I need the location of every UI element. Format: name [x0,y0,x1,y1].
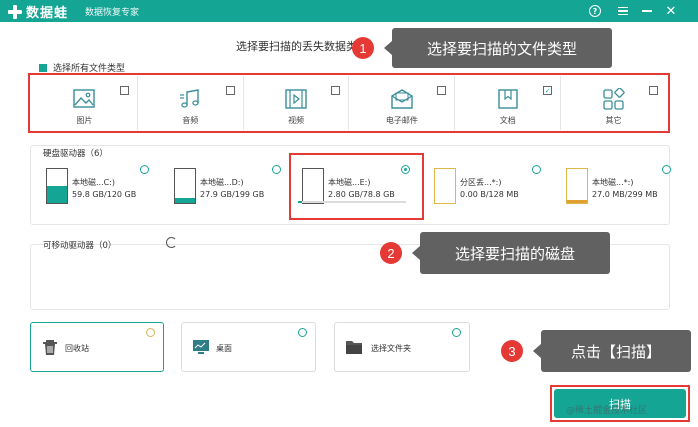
drive-lost-partition[interactable]: 分区丢...*:) 0.00 B/128 MB [420,163,560,217]
drive-c[interactable]: 本地磁...C:) 59.8 GB/120 GB [32,163,172,217]
file-type-checkbox[interactable] [225,86,235,95]
email-icon [391,89,413,109]
help-icon: ? [589,5,601,17]
location-recycle-bin[interactable]: 回收站 [30,322,164,372]
logo-cross-icon [6,3,24,21]
help-button[interactable]: ? [586,2,604,20]
file-type-list: 图片 音频 视频 电子邮件 ✓ 文档 其它 [32,76,666,130]
drive-icon [46,168,68,204]
callout-step-2: 选择要扫描的磁盘 [420,232,610,274]
drive-size: 59.8 GB/120 GB [72,190,137,199]
file-type-label: 电子邮件 [385,116,418,125]
music-icon [180,89,199,108]
drive-size: 27.9 GB/199 GB [200,190,265,199]
callout-step-3: 点击【扫描】 [541,330,691,372]
file-type-audio[interactable]: 音频 [138,76,244,130]
file-type-checkbox[interactable] [119,86,129,95]
file-type-label: 音频 [182,116,199,125]
document-icon [498,89,518,109]
file-type-checkbox[interactable] [437,86,447,95]
drive-name: 本地磁...C:) [72,178,116,187]
menu-icon [618,7,628,15]
app-subtitle: 数据恢复专家 [85,8,140,18]
page-heading: 选择要扫描的丢失数据类型 [236,40,368,53]
file-type-images[interactable]: 图片 [32,76,138,130]
file-type-checkbox[interactable] [648,86,658,95]
file-type-label: 文档 [499,116,516,125]
app-name: 数据蛙 [26,6,69,21]
drive-name: 本地磁...*:) [592,178,634,187]
file-type-label: 视频 [288,116,305,125]
app-logo: 数据蛙 [6,2,68,21]
minimize-icon [642,10,652,12]
folder-icon [346,341,362,354]
drive-radio[interactable] [662,165,671,174]
location-label: 回收站 [65,344,89,353]
removable-drive-title: 可移动驱动器（0） [43,241,117,251]
step-number-3: 3 [501,340,523,362]
drive-local-other[interactable]: 本地磁...*:) 27.0 MB/299 MB [552,163,692,217]
other-icon [602,88,625,110]
step-number-2: 2 [380,242,402,264]
drive-icon [434,168,456,204]
file-type-documents[interactable]: ✓ 文档 [455,76,562,130]
drive-d[interactable]: 本地磁...D:) 27.9 GB/199 GB [160,163,300,217]
drive-name: 分区丢...*:) [460,178,502,187]
drive-size: 0.00 B/128 MB [460,190,519,199]
file-type-video[interactable]: 视频 [244,76,350,130]
callout-step-1: 选择要扫描的文件类型 [392,28,612,68]
drive-name: 本地磁...E:) [328,178,371,187]
drive-size: 27.0 MB/299 MB [592,190,658,199]
location-select-folder[interactable]: 选择文件夹 [334,322,470,372]
drive-radio-selected[interactable] [401,165,410,174]
file-type-other[interactable]: 其它 [561,76,666,130]
drive-radio[interactable] [272,165,281,174]
file-type-checkbox[interactable] [331,86,341,95]
drive-radio[interactable] [140,165,149,174]
menu-button[interactable] [614,2,632,20]
image-icon [73,89,96,108]
drive-icon [302,168,324,204]
location-label: 选择文件夹 [371,344,411,353]
file-type-email[interactable]: 电子邮件 [349,76,456,130]
file-type-label: 其它 [605,116,622,125]
drive-usage-bar [298,201,406,203]
watermark: @稀土掘金技术社区 [566,406,648,416]
drive-icon [174,168,196,204]
drive-size: 2.80 GB/78.8 GB [328,190,395,199]
refresh-icon[interactable] [166,237,177,248]
file-type-label: 图片 [76,116,93,125]
step-number-1: 1 [352,37,374,59]
file-type-checkbox-checked[interactable]: ✓ [543,86,553,95]
close-button[interactable]: ✕ [662,2,680,20]
location-radio[interactable] [452,328,461,337]
drive-name: 本地磁...D:) [200,178,244,187]
location-desktop[interactable]: 桌面 [181,322,316,372]
location-label: 桌面 [216,344,232,353]
minimize-button[interactable] [638,2,656,20]
video-icon [285,89,307,109]
location-radio[interactable] [298,328,307,337]
title-bar: 数据蛙 数据恢复专家 ? ✕ [0,0,698,22]
hard-drive-title: 硬盘驱动器（6） [43,149,108,159]
recycle-bin-icon [43,340,57,355]
location-radio[interactable] [146,328,155,337]
checkbox-checked-icon [39,63,47,72]
drive-radio[interactable] [532,165,541,174]
drive-e[interactable]: 本地磁...E:) 2.80 GB/78.8 GB [288,163,428,217]
drive-icon [566,168,588,204]
desktop-icon [193,340,209,354]
